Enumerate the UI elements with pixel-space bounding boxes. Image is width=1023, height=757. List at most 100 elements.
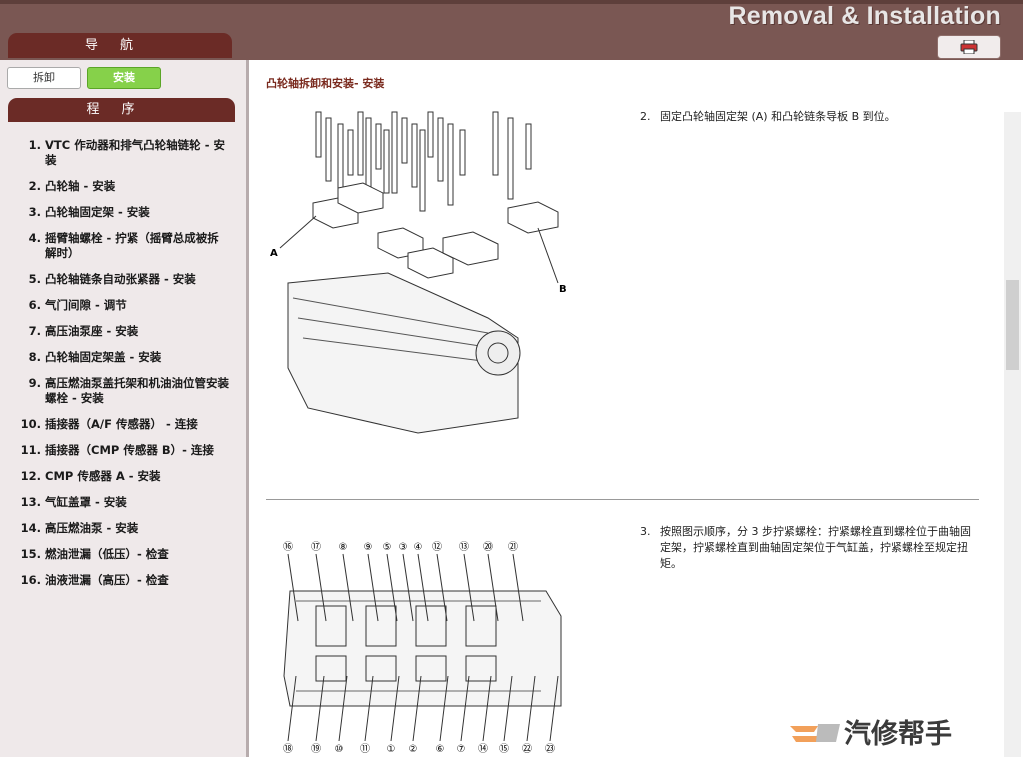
procedure-item-label: 插接器（CMP 传感器 B）- 连接 <box>45 443 214 457</box>
bolt-shape <box>507 117 514 200</box>
procedure-item[interactable]: 7. 高压油泵座 - 安装 <box>14 324 229 339</box>
bolt-shape <box>375 123 382 170</box>
step-2-text: 固定凸轮轴固定架 (A) 和凸轮链条导板 B 到位。 <box>660 110 896 123</box>
bolt-shape <box>411 123 418 188</box>
vertical-scrollbar[interactable] <box>1004 112 1021 757</box>
app-header: Removal & Installation 导航 <box>0 0 1023 60</box>
procedure-item[interactable]: 13. 气缸盖罩 - 安装 <box>14 495 229 510</box>
sequence-label-bottom: ⑭ <box>478 743 488 755</box>
procedure-item-number: 16. <box>20 573 41 587</box>
bolt-shape <box>492 111 499 176</box>
procedure-item[interactable]: 4. 摇臂轴螺栓 - 拧紧（摇臂总成被拆解时） <box>14 231 229 261</box>
sequence-label-bottom: ㉓ <box>545 743 555 755</box>
procedure-item-label: 高压燃油泵盖托架和机油油位管安装螺栓 - 安装 <box>45 376 229 405</box>
procedure-item[interactable]: 5. 凸轮轴链条自动张紧器 - 安装 <box>14 272 229 287</box>
sequence-label-bottom: ⑦ <box>457 744 466 755</box>
bolt-shape <box>357 111 364 176</box>
sequence-label-bottom: ⑥ <box>436 744 445 755</box>
bolt-shape <box>391 111 398 194</box>
sequence-label-bottom: ⑪ <box>360 743 370 755</box>
procedure-item-label: 摇臂轴螺栓 - 拧紧（摇臂总成被拆解时） <box>45 231 219 260</box>
watermark-text: 汽修帮手 <box>844 719 952 750</box>
procedure-item-label: 油液泄漏（高压）- 检查 <box>45 573 169 587</box>
procedure-item[interactable]: 11. 插接器（CMP 传感器 B）- 连接 <box>14 443 229 458</box>
sequence-label-top: ⑤ <box>383 542 392 553</box>
bolt-shape <box>419 129 426 212</box>
procedure-item-label: CMP 传感器 A - 安装 <box>45 469 161 483</box>
procedure-item[interactable]: 16. 油液泄漏（高压）- 检查 <box>14 573 229 588</box>
bolt-shape <box>401 117 408 164</box>
procedure-item-number: 14. <box>20 521 41 535</box>
procedure-item-number: 2. <box>28 179 41 193</box>
procedure-item-number: 7. <box>28 324 41 338</box>
procedure-item[interactable]: 3. 凸轮轴固定架 - 安装 <box>14 205 229 220</box>
remove-button[interactable]: 拆卸 <box>7 67 81 89</box>
brand-title: Removal & Installation <box>728 2 1001 30</box>
procedure-item-number: 12. <box>20 469 41 483</box>
bolt-shape <box>325 117 332 182</box>
procedure-item[interactable]: 9. 高压燃油泵盖托架和机油油位管安装螺栓 - 安装 <box>14 376 229 406</box>
step-3-text: 按照图示顺序，分 3 步拧紧螺栓：拧紧螺栓直到螺栓位于曲轴固定架，拧紧螺栓直到曲… <box>660 525 971 570</box>
install-button[interactable]: 安装 <box>87 67 161 89</box>
procedure-item[interactable]: 6. 气门间隙 - 调节 <box>14 298 229 313</box>
sequence-label-bottom: ⑲ <box>311 743 321 755</box>
procedure-item-label: 高压油泵座 - 安装 <box>45 324 139 338</box>
sequence-label-bottom: ② <box>409 744 418 755</box>
step-2-number: 2. <box>640 110 651 123</box>
bolt-shape <box>525 123 532 170</box>
sequence-label-top: ⑳ <box>483 541 493 553</box>
bolt-shape <box>383 129 390 194</box>
sequence-label-top: ⑬ <box>459 541 469 553</box>
print-button[interactable] <box>937 35 1001 59</box>
sequence-label-top: ⑫ <box>432 541 442 553</box>
step-3-number: 3. <box>640 525 651 538</box>
step-2: 2. 固定凸轮轴固定架 (A) 和凸轮链条导板 B 到位。 <box>640 109 980 125</box>
label-b: B <box>559 284 567 295</box>
page-title: 凸轮轴拆卸和安装- 安装 <box>266 77 385 90</box>
sequence-label-top: ⑯ <box>283 541 293 553</box>
procedure-item-label: 凸轮轴固定架 - 安装 <box>45 205 150 219</box>
procedure-item-number: 3. <box>28 205 41 219</box>
bolt-shape <box>447 123 454 206</box>
procedure-item-label: 凸轮轴链条自动张紧器 - 安装 <box>45 272 196 286</box>
procedure-item-number: 8. <box>28 350 41 364</box>
procedure-item-label: VTC 作动器和排气凸轮轴链轮 - 安装 <box>45 138 225 167</box>
tab-navigation[interactable]: 导航 <box>8 33 232 58</box>
procedure-item-label: 气缸盖罩 - 安装 <box>45 495 127 509</box>
procedure-item[interactable]: 12. CMP 传感器 A - 安装 <box>14 469 229 484</box>
sequence-label-bottom: ① <box>387 744 396 755</box>
watermark: 汽修帮手 <box>788 712 952 751</box>
procedure-item-label: 气门间隙 - 调节 <box>45 298 127 312</box>
procedure-item-number: 4. <box>28 231 41 245</box>
procedure-list: 1. VTC 作动器和排气凸轮轴链轮 - 安装 2. 凸轮轴 - 安装 3. 凸轮轴固定架… <box>14 138 229 599</box>
procedure-item-number: 11. <box>20 443 41 457</box>
sequence-label-top: ⑰ <box>311 541 321 553</box>
bolt-shape <box>459 129 466 176</box>
procedure-item-label: 插接器（A/F 传感器） - 连接 <box>45 417 198 431</box>
procedure-item-number: 15. <box>20 547 41 561</box>
sequence-label-bottom: ⑩ <box>335 744 344 755</box>
tab-procedure[interactable]: 程序 <box>8 98 235 122</box>
procedure-item-number: 6. <box>28 298 41 312</box>
procedure-item-number: 1. <box>28 138 41 152</box>
sequence-label-top: ⑨ <box>364 542 373 553</box>
bolt-shape <box>427 111 434 158</box>
procedure-item[interactable]: 8. 凸轮轴固定架盖 - 安装 <box>14 350 229 365</box>
procedure-item-number: 13. <box>20 495 41 509</box>
procedure-item-number: 10. <box>20 417 41 431</box>
camshaft-holder-figure: A B <box>270 111 567 434</box>
procedure-item[interactable]: 1. VTC 作动器和排气凸轮轴链轮 - 安装 <box>14 138 229 168</box>
procedure-item[interactable]: 15. 燃油泄漏（低压）- 检查 <box>14 547 229 562</box>
procedure-item-label: 高压燃油泵 - 安装 <box>45 521 139 535</box>
printer-icon <box>960 40 978 54</box>
scrollbar-thumb[interactable] <box>1006 280 1019 370</box>
procedure-item-label: 凸轮轴固定架盖 - 安装 <box>45 350 162 364</box>
sidebar: 拆卸 安装 程序 1. VTC 作动器和排气凸轮轴链轮 - 安装 2. 凸轮轴 - 安… <box>0 60 249 757</box>
label-a: A <box>270 248 278 259</box>
procedure-item[interactable]: 10. 插接器（A/F 传感器） - 连接 <box>14 417 229 432</box>
section-divider <box>266 499 979 500</box>
sequence-label-top: ④ <box>414 542 423 553</box>
procedure-item[interactable]: 2. 凸轮轴 - 安装 <box>14 179 229 194</box>
procedure-item-label: 凸轮轴 - 安装 <box>45 179 116 193</box>
procedure-item[interactable]: 14. 高压燃油泵 - 安装 <box>14 521 229 536</box>
